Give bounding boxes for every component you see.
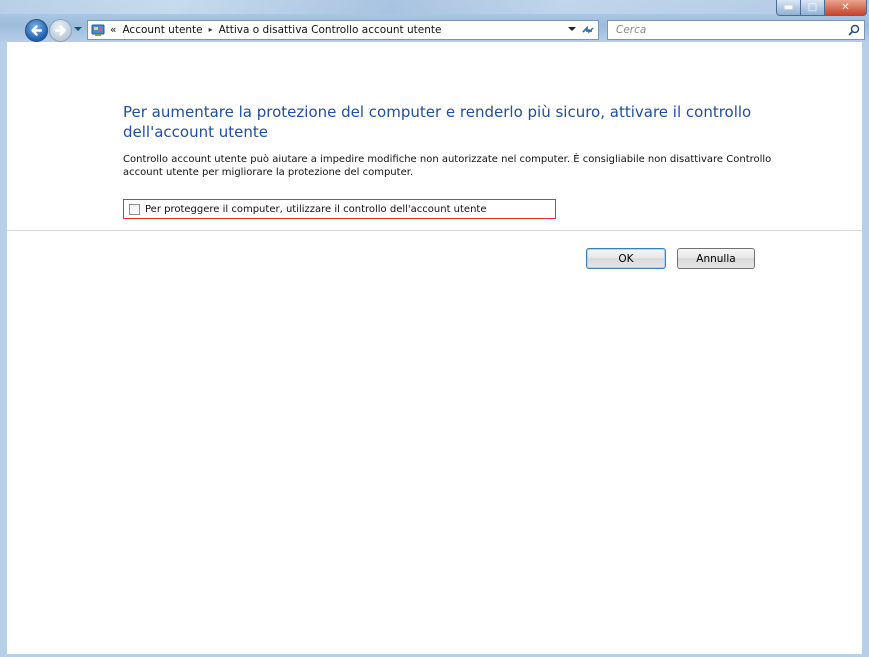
page-title: Per aumentare la protezione del computer… bbox=[123, 103, 752, 141]
forward-button[interactable] bbox=[49, 19, 72, 42]
title-bar: ▬ □ ✕ « Account utente ▸ Attiva o disatt… bbox=[0, 0, 869, 42]
window-frame-left bbox=[0, 42, 7, 657]
address-bar[interactable]: « Account utente ▸ Attiva o disattiva Co… bbox=[87, 20, 599, 40]
maximize-icon: □ bbox=[807, 2, 818, 13]
close-icon: ✕ bbox=[841, 2, 850, 13]
search-icon[interactable] bbox=[848, 24, 860, 36]
uac-checkbox-label[interactable]: Per proteggere il computer, utilizzare i… bbox=[145, 204, 487, 215]
uac-checkbox-row[interactable]: Per proteggere il computer, utilizzare i… bbox=[123, 199, 556, 219]
breadcrumb-account-utente[interactable]: Account utente bbox=[122, 21, 202, 39]
control-panel-icon bbox=[91, 24, 105, 36]
window-controls: ▬ □ ✕ bbox=[776, 0, 867, 16]
close-button[interactable]: ✕ bbox=[825, 0, 867, 16]
page-description: Controllo account utente può aiutare a i… bbox=[123, 154, 772, 178]
refresh-icon[interactable] bbox=[581, 23, 595, 37]
breadcrumb-overflow[interactable]: « bbox=[110, 21, 116, 39]
forward-arrow-icon bbox=[54, 25, 66, 36]
breadcrumb-attiva-disattiva-uac[interactable]: Attiva o disattiva Controllo account ute… bbox=[219, 21, 442, 39]
recent-pages-dropdown[interactable] bbox=[74, 27, 82, 31]
ok-button[interactable]: OK bbox=[586, 248, 666, 269]
minimize-icon: ▬ bbox=[783, 2, 794, 13]
cancel-button[interactable]: Annulla bbox=[677, 248, 755, 269]
back-arrow-icon bbox=[31, 25, 43, 36]
uac-checkbox[interactable] bbox=[129, 203, 140, 215]
divider bbox=[7, 230, 862, 231]
minimize-button[interactable]: ▬ bbox=[776, 0, 801, 16]
breadcrumb: « Account utente ▸ Attiva o disattiva Co… bbox=[110, 21, 441, 39]
main-content: Per aumentare la protezione del computer… bbox=[7, 42, 862, 657]
back-button[interactable] bbox=[25, 19, 48, 42]
control-panel-window: ▬ □ ✕ « Account utente ▸ Attiva o disatt… bbox=[0, 0, 869, 657]
window-frame-right bbox=[862, 42, 869, 657]
search-input[interactable]: Cerca bbox=[616, 21, 646, 39]
search-box[interactable]: Cerca bbox=[607, 20, 865, 40]
address-history-dropdown[interactable] bbox=[568, 27, 576, 31]
breadcrumb-separator[interactable]: ▸ bbox=[209, 21, 213, 39]
maximize-button[interactable]: □ bbox=[801, 0, 825, 16]
